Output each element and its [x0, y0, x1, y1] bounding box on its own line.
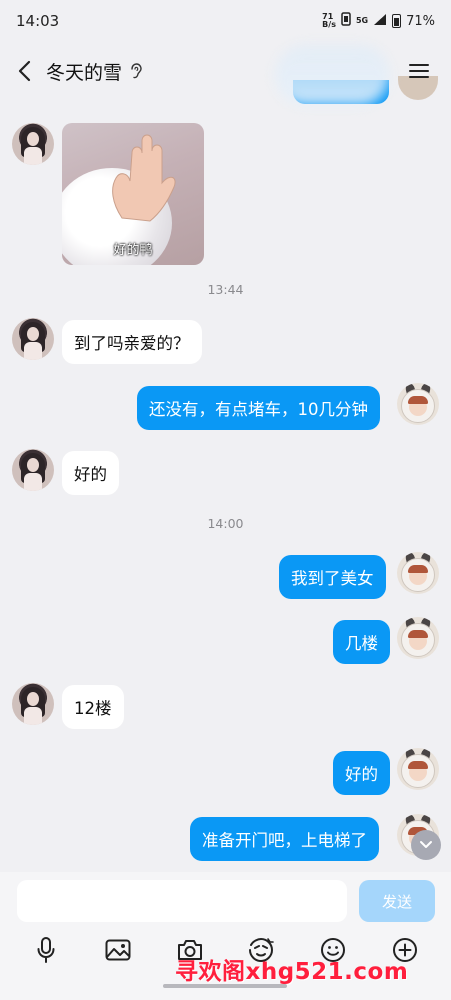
hand-gesture-icon [112, 134, 176, 222]
scroll-to-bottom-button[interactable] [411, 830, 441, 860]
chat-header: 冬天的雪 [0, 42, 451, 100]
message-bubble-incoming[interactable]: 到了吗亲爱的？ [62, 320, 202, 364]
my-avatar[interactable] [397, 617, 439, 659]
contact-avatar[interactable] [12, 123, 54, 165]
network-type: 5G [355, 16, 369, 25]
message-bubble-outgoing[interactable]: 好的 [333, 751, 390, 795]
back-button[interactable] [2, 49, 46, 93]
battery-icon [392, 14, 402, 28]
send-button[interactable]: 发送 [359, 880, 435, 922]
my-avatar[interactable] [397, 748, 439, 790]
hamburger-icon [409, 64, 429, 78]
home-indicator[interactable] [163, 984, 287, 988]
menu-button[interactable] [399, 51, 439, 91]
sticker-message[interactable]: 好的鸭 [62, 123, 204, 265]
image-icon[interactable] [100, 932, 136, 968]
signal-icon [373, 13, 387, 30]
chat-title[interactable]: 冬天的雪 [46, 58, 122, 85]
message-bubble-outgoing[interactable]: 还没有，有点堵车，10几分钟 [137, 386, 380, 430]
message-bubble-outgoing[interactable]: 几楼 [333, 620, 390, 664]
battery-level: 71% [406, 13, 435, 29]
message-bubble-outgoing[interactable]: 准备开门吧，上电梯了 [190, 817, 379, 861]
sticker-caption: 好的鸭 [113, 243, 153, 258]
message-bubble-incoming[interactable]: 好的 [62, 451, 119, 495]
timestamp: 13:44 [207, 282, 244, 297]
my-avatar[interactable] [397, 552, 439, 594]
contact-avatar[interactable] [12, 683, 54, 725]
watermark: 寻欢阁xhg521.com [175, 959, 409, 985]
message-bubble-outgoing[interactable]: 我到了美女 [279, 555, 386, 599]
chevron-left-icon [18, 60, 31, 82]
contact-avatar[interactable] [12, 318, 54, 360]
status-time: 14:03 [16, 12, 60, 30]
ear-icon [130, 63, 142, 79]
sim-icon [341, 12, 351, 30]
status-bar: 14:03 71 B/s 5G 71% [0, 0, 451, 42]
message-input[interactable] [17, 880, 347, 922]
contact-avatar[interactable] [12, 449, 54, 491]
network-speed: 71 B/s [322, 12, 336, 29]
timestamp: 14:00 [207, 516, 244, 531]
chevron-down-icon [420, 841, 432, 848]
my-avatar[interactable] [397, 383, 439, 425]
mic-icon[interactable] [28, 932, 64, 968]
message-bubble-incoming[interactable]: 12楼 [62, 685, 124, 729]
status-icons: 71 B/s 5G 71% [322, 12, 435, 30]
